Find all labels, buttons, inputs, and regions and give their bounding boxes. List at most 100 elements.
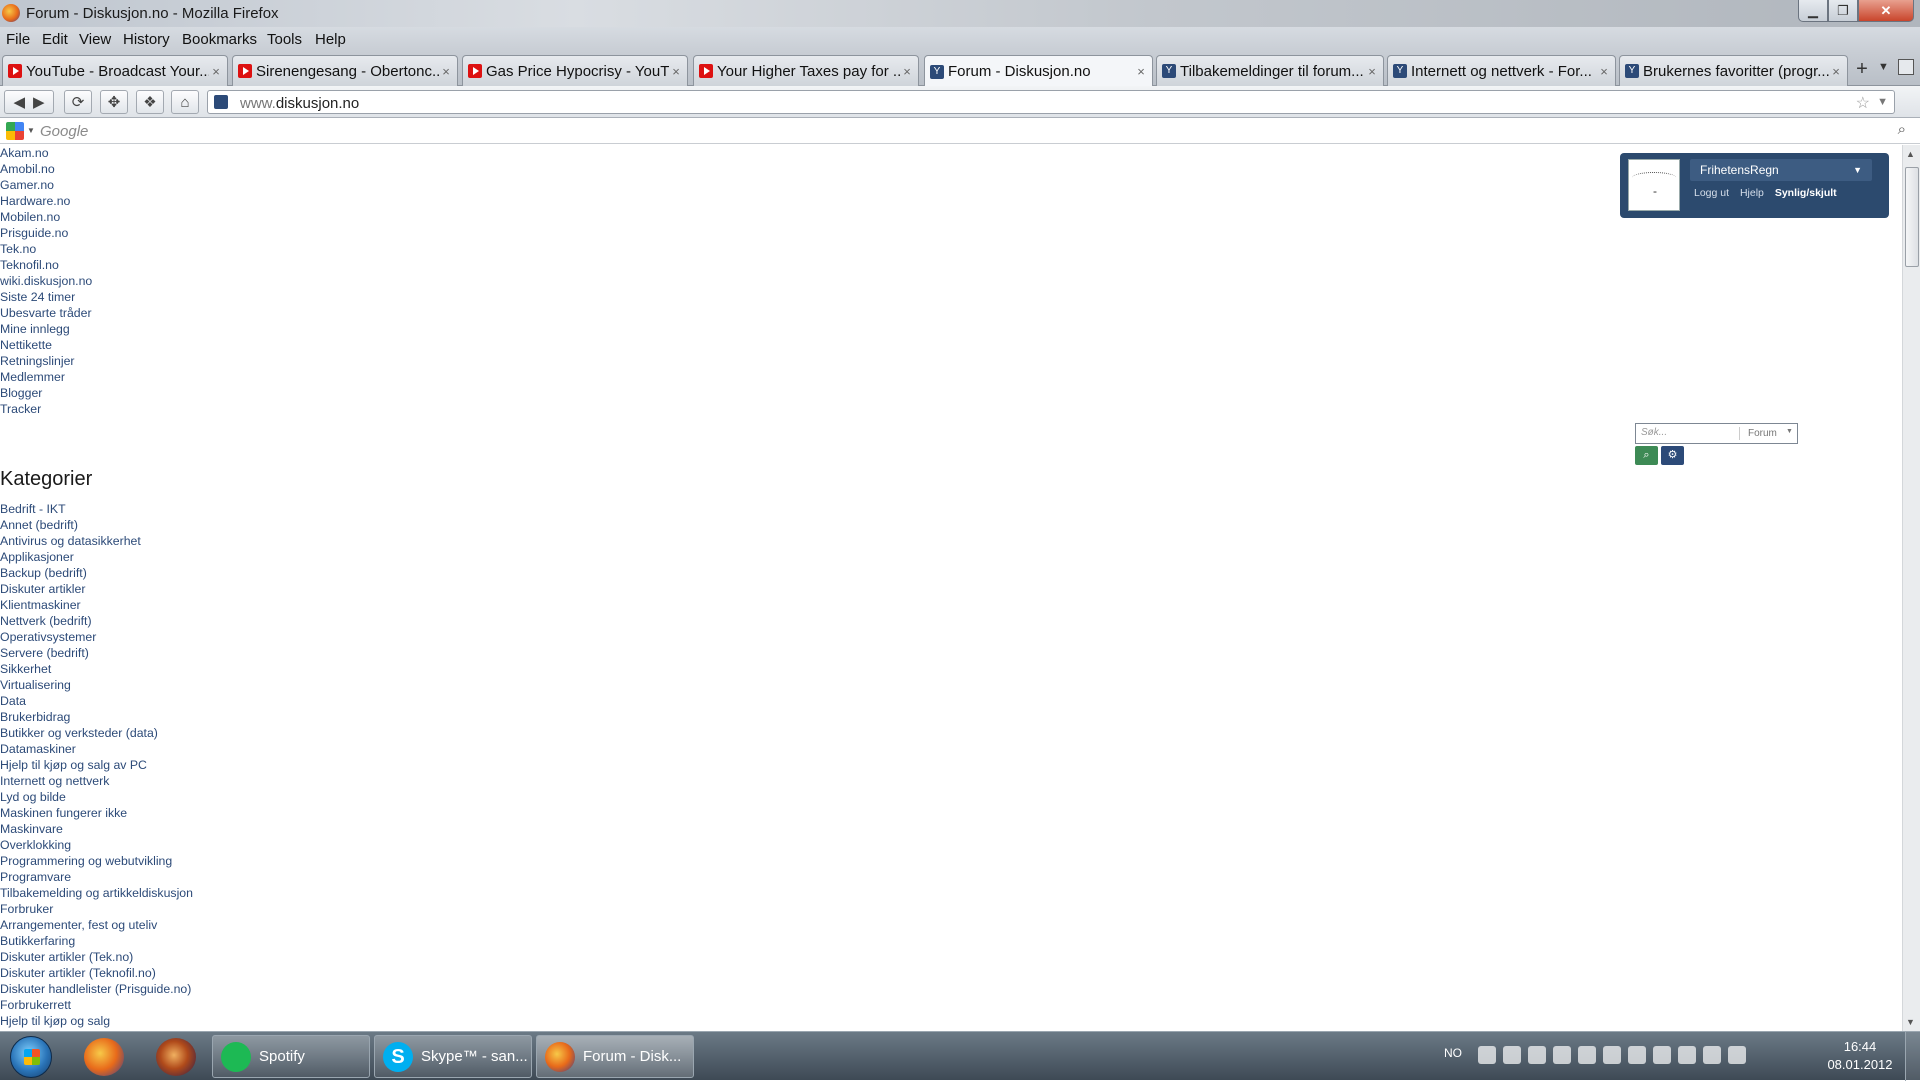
google-search-input[interactable]: Google	[40, 123, 88, 140]
category-link[interactable]: Antivirus og datasikkerhet	[0, 533, 193, 549]
address-bar[interactable]: www.diskusjon.no ☆ ▼	[207, 90, 1895, 114]
scroll-down-icon[interactable]: ▼	[1906, 1017, 1915, 1027]
category-link[interactable]: Diskuter artikler (Tek.no)	[0, 949, 193, 965]
volume-icon[interactable]	[1728, 1046, 1746, 1064]
category-link[interactable]: Virtualisering	[0, 677, 193, 693]
category-link[interactable]: Forbruker	[0, 901, 193, 917]
new-tab-button[interactable]: +	[1849, 57, 1875, 83]
google-logo-icon[interactable]	[6, 122, 24, 140]
site-link[interactable]: Akam.no	[0, 145, 92, 161]
category-link[interactable]: Brukerbidrag	[0, 709, 193, 725]
tab-close-icon[interactable]: ×	[1134, 64, 1148, 79]
tab-scroll-arrow-icon[interactable]: ▼	[1878, 61, 1889, 73]
visibility-toggle-link[interactable]: Synlig/skjult	[1775, 187, 1837, 199]
taskbar-firefox[interactable]: Forum - Disk...	[536, 1035, 694, 1078]
skype-tray-icon[interactable]	[1528, 1046, 1546, 1064]
scrollbar-thumb[interactable]	[1905, 167, 1919, 267]
category-link[interactable]: Hjelp til kjøp og salg av PC	[0, 757, 193, 773]
menu-view[interactable]: View	[79, 31, 111, 48]
vertical-scrollbar[interactable]: ▲ ▼	[1902, 145, 1920, 1031]
menu-bookmarks[interactable]: Bookmarks	[182, 31, 257, 48]
network-adapter-tray-icon[interactable]	[1578, 1046, 1596, 1064]
category-link[interactable]: Data	[0, 693, 193, 709]
category-link[interactable]: Programvare	[0, 869, 193, 885]
avatar[interactable]	[1628, 159, 1680, 211]
tab-close-icon[interactable]: ×	[439, 64, 453, 79]
category-link[interactable]: Annet (bedrift)	[0, 517, 193, 533]
forum-search-box[interactable]: Søk... Forum ▼	[1635, 423, 1798, 444]
site-link[interactable]: Medlemmer	[0, 369, 92, 385]
site-link[interactable]: Mobilen.no	[0, 209, 92, 225]
taskbar-spotify[interactable]: Spotify	[212, 1035, 370, 1078]
sync-tray-icon[interactable]	[1653, 1046, 1671, 1064]
close-window-button[interactable]: ✕	[1858, 0, 1914, 22]
tab-internett-nettverk[interactable]: Y Internett og nettverk - For... ×	[1387, 55, 1616, 86]
category-link[interactable]: Operativsystemer	[0, 629, 193, 645]
site-link[interactable]: Mine innlegg	[0, 321, 92, 337]
search-scope-select[interactable]: Forum	[1748, 428, 1777, 439]
site-link[interactable]: Prisguide.no	[0, 225, 92, 241]
category-link[interactable]: Lyd og bilde	[0, 789, 193, 805]
signal-tray-icon[interactable]	[1703, 1046, 1721, 1064]
taskbar-clock[interactable]: 16:44 08.01.2012	[1820, 1038, 1900, 1074]
tab-close-icon[interactable]: ×	[900, 64, 914, 79]
forward-arrow-icon[interactable]: ▶	[33, 93, 45, 111]
tab-higher-taxes[interactable]: Your Higher Taxes pay for ... ×	[693, 55, 919, 86]
url-history-dropdown-icon[interactable]: ▼	[1877, 96, 1888, 108]
category-link[interactable]: Sikkerhet	[0, 661, 193, 677]
reload-button[interactable]: ⟳	[64, 90, 92, 114]
spotify-tray-icon[interactable]	[1503, 1046, 1521, 1064]
category-link[interactable]: Programmering og webutvikling	[0, 853, 193, 869]
category-link[interactable]: Butikker og verksteder (data)	[0, 725, 193, 741]
start-button[interactable]	[10, 1036, 52, 1078]
tab-close-icon[interactable]: ×	[1829, 64, 1843, 79]
bookmark-star-icon[interactable]: ☆	[1856, 93, 1870, 113]
language-indicator[interactable]: NO	[1444, 1046, 1462, 1060]
google-search-icon[interactable]: ⌕	[1898, 121, 1906, 138]
menu-help[interactable]: Help	[315, 31, 346, 48]
category-link[interactable]: Maskinen fungerer ikke	[0, 805, 193, 821]
taskbar-skype[interactable]: S Skype™ - san...	[374, 1035, 532, 1078]
help-link[interactable]: Hjelp	[1740, 187, 1764, 199]
url-text[interactable]: www.diskusjon.no	[240, 95, 359, 112]
category-link[interactable]: Bedrift - IKT	[0, 501, 193, 517]
category-link[interactable]: Servere (bedrift)	[0, 645, 193, 661]
site-link[interactable]: Tracker	[0, 401, 92, 417]
back-forward-button[interactable]: ◀ ▶	[4, 90, 54, 114]
tab-forum-diskusjon[interactable]: Y Forum - Diskusjon.no ×	[924, 55, 1153, 87]
category-link[interactable]: Hjelp til kjøp og salg	[0, 1013, 193, 1029]
search-go-button[interactable]: ⌕	[1635, 446, 1658, 465]
maximize-button[interactable]: ❐	[1828, 0, 1858, 22]
firefox-nightly-pinned-icon[interactable]	[156, 1038, 196, 1076]
search-options-button[interactable]: ⚙	[1661, 446, 1684, 465]
scroll-up-icon[interactable]: ▲	[1906, 149, 1915, 159]
forum-search-input[interactable]: Søk...	[1641, 427, 1667, 438]
site-link[interactable]: Teknofil.no	[0, 257, 92, 273]
addon-button[interactable]: ✥	[100, 90, 128, 114]
category-link[interactable]: Internett og nettverk	[0, 773, 193, 789]
site-link[interactable]: Retningslinjer	[0, 353, 92, 369]
site-link[interactable]: Ubesvarte tråder	[0, 305, 92, 321]
category-link[interactable]: Forbrukerrett	[0, 997, 193, 1013]
tab-close-icon[interactable]: ×	[209, 64, 223, 79]
addon-button-2[interactable]: ❖	[136, 90, 164, 114]
category-link[interactable]: Backup (bedrift)	[0, 565, 193, 581]
menu-tools[interactable]: Tools	[267, 31, 302, 48]
google-dropdown-icon[interactable]: ▼	[27, 126, 35, 135]
site-link[interactable]: Gamer.no	[0, 177, 92, 193]
tab-sirenengesang[interactable]: Sirenengesang - Obertonc... ×	[232, 55, 458, 86]
category-link[interactable]: Tilbakemelding og artikkeldiskusjon	[0, 885, 193, 901]
battery-tray-icon[interactable]	[1678, 1046, 1696, 1064]
back-arrow-icon[interactable]: ◀	[13, 93, 25, 111]
category-link[interactable]: Arrangementer, fest og uteliv	[0, 917, 193, 933]
category-link[interactable]: Applikasjoner	[0, 549, 193, 565]
site-link[interactable]: wiki.diskusjon.no	[0, 273, 92, 289]
site-link[interactable]: Blogger	[0, 385, 92, 401]
username-dropdown[interactable]: FrihetensRegn ▼	[1690, 159, 1872, 181]
site-link[interactable]: Siste 24 timer	[0, 289, 92, 305]
site-link[interactable]: Tek.no	[0, 241, 92, 257]
action-center-flag-icon[interactable]	[1553, 1046, 1571, 1064]
menu-edit[interactable]: Edit	[42, 31, 68, 48]
list-all-tabs-icon[interactable]	[1898, 59, 1914, 75]
tab-youtube-broadcast[interactable]: YouTube - Broadcast Your... ×	[2, 55, 228, 86]
